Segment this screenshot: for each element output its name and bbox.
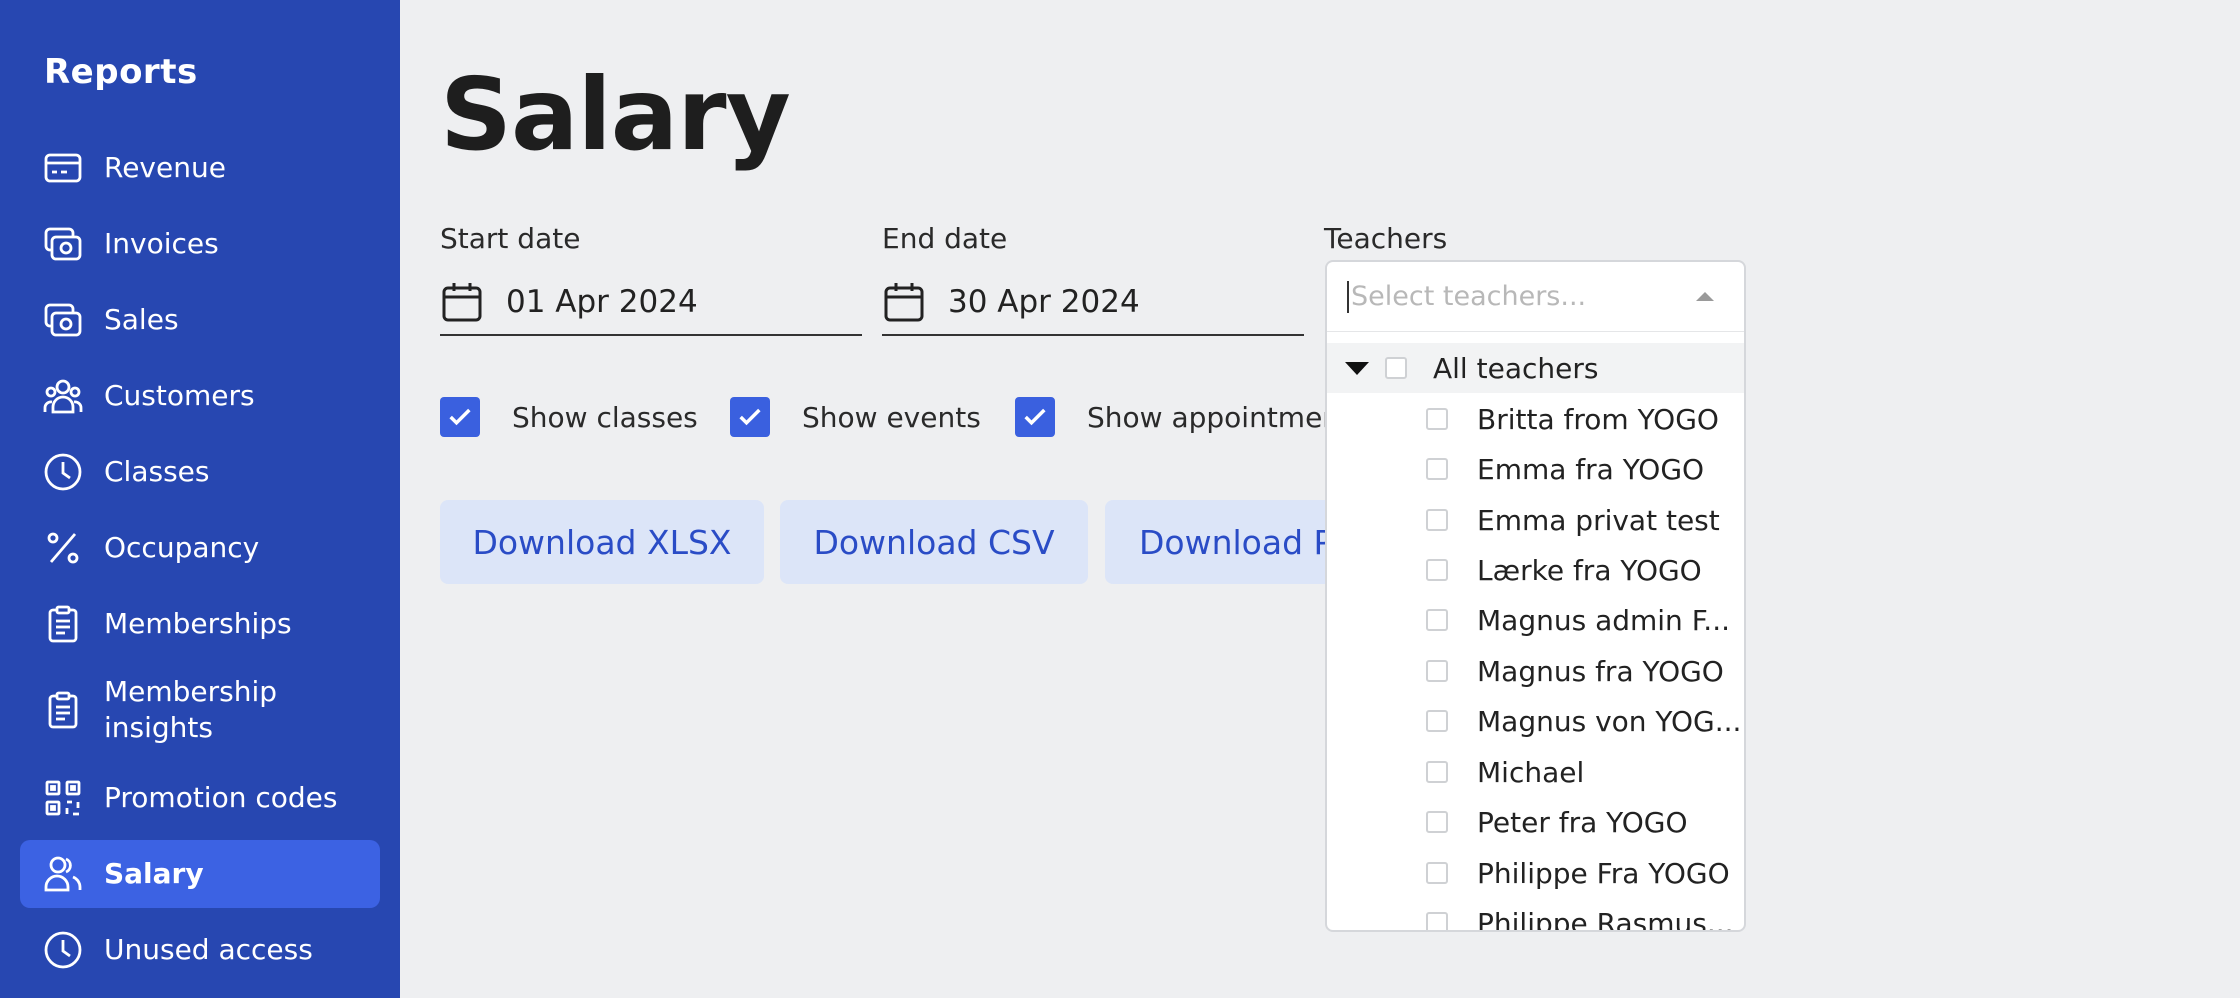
tree-item[interactable]: Emma privat test <box>1327 495 1744 545</box>
sidebar-item-classes[interactable]: Classes <box>20 438 380 506</box>
clipboard-icon <box>42 603 84 645</box>
show-events-option: Show events <box>730 396 981 438</box>
show-events-label: Show events <box>802 400 981 434</box>
show-classes-option: Show classes <box>440 396 698 438</box>
sidebar-item-label: Sales <box>104 303 179 336</box>
qr-code-icon <box>42 777 84 819</box>
tree-checkbox[interactable] <box>1426 660 1448 682</box>
sidebar-item-sales[interactable]: Sales <box>20 286 380 354</box>
tree-checkbox[interactable] <box>1426 458 1448 480</box>
tree-item[interactable]: Magnus fra YOGO <box>1327 646 1744 696</box>
page-title: Salary <box>440 56 791 173</box>
tree-checkbox[interactable] <box>1426 761 1448 783</box>
sidebar-item-customers[interactable]: Customers <box>20 362 380 430</box>
sidebar-item-memberships[interactable]: Memberships <box>20 590 380 658</box>
sidebar-item-label: Membership insights <box>104 675 278 744</box>
sidebar: Reports Revenue Invoices Sales Customers… <box>0 0 400 998</box>
calendar-icon <box>882 280 926 324</box>
start-date-field[interactable]: 01 Apr 2024 <box>440 270 862 336</box>
start-date-label: Start date <box>440 222 581 255</box>
show-events-checkbox[interactable] <box>730 397 770 437</box>
tree-item-label: All teachers <box>1433 351 1599 385</box>
sidebar-item-membership-insights[interactable]: Membership insights <box>20 668 380 752</box>
tree-item-label: Magnus fra YOGO <box>1477 654 1724 688</box>
tree-item[interactable]: Peter fra YOGO <box>1327 797 1744 847</box>
tree-item-label: Magnus admin F... <box>1477 603 1731 637</box>
clipboard-icon <box>42 689 84 731</box>
tree-item-label: Lærke fra YOGO <box>1477 553 1702 587</box>
teachers-label: Teachers <box>1324 222 1448 255</box>
sidebar-item-label: Occupancy <box>104 531 260 564</box>
tree-item[interactable]: Michael <box>1327 747 1744 797</box>
sidebar-item-label: Salary <box>104 857 204 890</box>
sidebar-item-revenue[interactable]: Revenue <box>20 134 380 202</box>
tree-item[interactable]: Lærke fra YOGO <box>1327 545 1744 595</box>
tree-item-label: Peter fra YOGO <box>1477 805 1688 839</box>
tree-item-label: Magnus von YOG... <box>1477 704 1742 738</box>
sidebar-item-unused-access[interactable]: Unused access <box>20 916 380 984</box>
teachers-dropdown: Select teachers... All teachers Britta f… <box>1325 260 1746 932</box>
tree-checkbox[interactable] <box>1385 357 1407 379</box>
sidebar-title: Reports <box>44 52 198 92</box>
card-icon <box>42 147 84 189</box>
download-xlsx-button[interactable]: Download XLSX <box>440 500 764 584</box>
tree-item[interactable]: Philippe Fra YOGO <box>1327 848 1744 898</box>
start-date-value: 01 Apr 2024 <box>506 284 698 320</box>
tree-item[interactable]: Emma fra YOGO <box>1327 444 1744 494</box>
tree-item[interactable]: Britta from YOGO <box>1327 394 1744 444</box>
users-icon <box>42 375 84 417</box>
clock-icon <box>42 451 84 493</box>
sidebar-item-label: Invoices <box>104 227 219 260</box>
tree-item[interactable]: Philippe Rasmus... <box>1327 898 1744 932</box>
sidebar-item-occupancy[interactable]: Occupancy <box>20 514 380 582</box>
sidebar-item-label: Unused access <box>104 933 313 966</box>
show-appointments-option: Show appointments <box>1015 396 1366 438</box>
tree-checkbox[interactable] <box>1426 710 1448 732</box>
text-cursor <box>1347 280 1349 313</box>
tree-checkbox[interactable] <box>1426 609 1448 631</box>
sidebar-item-promotion-codes[interactable]: Promotion codes <box>20 764 380 832</box>
sidebar-item-invoices[interactable]: Invoices <box>20 210 380 278</box>
show-classes-label: Show classes <box>512 400 698 434</box>
sidebar-item-label: Promotion codes <box>104 781 338 814</box>
tree-checkbox[interactable] <box>1426 408 1448 430</box>
sidebar-item-label: Revenue <box>104 151 226 184</box>
show-classes-checkbox[interactable] <box>440 397 480 437</box>
users-icon <box>42 853 84 895</box>
end-date-value: 30 Apr 2024 <box>948 284 1140 320</box>
sidebar-item-label: Classes <box>104 455 210 488</box>
money-icon <box>42 223 84 265</box>
tree-root-all-teachers[interactable]: All teachers <box>1327 343 1744 393</box>
expand-triangle-icon[interactable] <box>1345 361 1369 375</box>
tree-checkbox[interactable] <box>1426 912 1448 930</box>
tree-item[interactable]: Magnus admin F... <box>1327 595 1744 645</box>
show-appointments-label: Show appointments <box>1087 400 1366 434</box>
teachers-select-input[interactable]: Select teachers... <box>1327 262 1744 332</box>
tree-item-label: Philippe Rasmus... <box>1477 906 1734 932</box>
tree-item-label: Michael <box>1477 755 1585 789</box>
tree-item-label: Britta from YOGO <box>1477 402 1719 436</box>
main-content: Salary Start date 01 Apr 2024 End date 3… <box>400 0 2240 998</box>
tree-item-label: Philippe Fra YOGO <box>1477 856 1730 890</box>
teachers-placeholder: Select teachers... <box>1351 281 1587 312</box>
show-appointments-checkbox[interactable] <box>1015 397 1055 437</box>
chevron-up-icon[interactable] <box>1696 292 1714 301</box>
tree-item-label: Emma fra YOGO <box>1477 452 1705 486</box>
sidebar-item-label: Customers <box>104 379 255 412</box>
end-date-label: End date <box>882 222 1008 255</box>
tree-checkbox[interactable] <box>1426 811 1448 833</box>
sidebar-item-salary[interactable]: Salary <box>20 840 380 908</box>
tree-checkbox[interactable] <box>1426 509 1448 531</box>
calendar-icon <box>440 280 484 324</box>
tree-checkbox[interactable] <box>1426 862 1448 884</box>
tree-checkbox[interactable] <box>1426 559 1448 581</box>
tree-item[interactable]: Magnus von YOG... <box>1327 696 1744 746</box>
end-date-field[interactable]: 30 Apr 2024 <box>882 270 1304 336</box>
download-csv-button[interactable]: Download CSV <box>780 500 1088 584</box>
tree-item-label: Emma privat test <box>1477 503 1720 537</box>
money-icon <box>42 299 84 341</box>
sidebar-item-label: Memberships <box>104 607 292 640</box>
clock-icon <box>42 929 84 971</box>
percent-icon <box>42 527 84 569</box>
